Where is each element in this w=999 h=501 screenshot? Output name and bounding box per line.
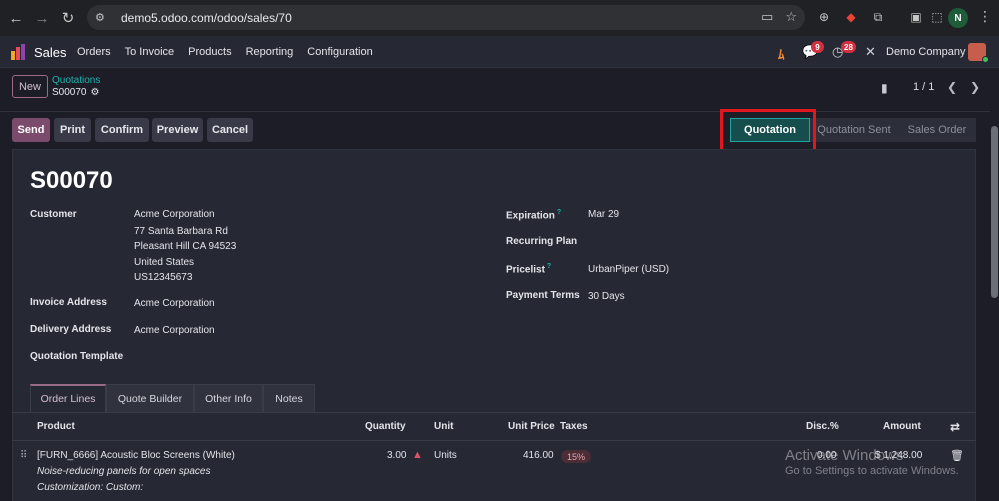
cancel-button[interactable]: Cancel	[207, 118, 253, 142]
install-icon[interactable]: ▭	[761, 9, 773, 25]
quotation-template-label: Quotation Template	[30, 351, 124, 362]
activities-badge: 28	[841, 41, 856, 53]
forecast-chart-icon[interactable]: ▲	[412, 449, 423, 461]
expiration-label-text: Expiration	[506, 210, 555, 222]
extension-color-icon[interactable]: ◆	[843, 9, 859, 25]
watermark-subtitle: Go to Settings to activate Windows.	[785, 465, 959, 477]
row-unit[interactable]: Units	[434, 450, 457, 461]
record-title: S00070	[30, 167, 113, 194]
menu-products[interactable]: Products	[188, 46, 231, 58]
col-amount[interactable]: Amount	[883, 421, 921, 432]
stage-sales-order[interactable]: Sales Order	[898, 118, 976, 142]
menu-orders[interactable]: Orders	[77, 46, 111, 58]
customer-city: Pleasant Hill CA 94523	[134, 241, 237, 252]
col-discount[interactable]: Disc.%	[806, 421, 839, 432]
pricelist-field[interactable]: UrbanPiper (USD)	[588, 264, 669, 275]
scrollbar-thumb[interactable]	[991, 126, 998, 298]
menu-to-invoice[interactable]: To Invoice	[125, 46, 175, 58]
stage-quotation-sent[interactable]: Quotation Sent	[810, 118, 898, 142]
payment-terms-field[interactable]: 30 Days	[588, 291, 625, 302]
customer-country: United States	[134, 257, 195, 268]
tab-other-info[interactable]: Other Info	[194, 384, 263, 412]
recurring-plan-label: Recurring Plan	[506, 236, 578, 247]
tools-icon[interactable]: ✕	[865, 44, 876, 60]
row-quantity[interactable]: 3.00	[387, 450, 406, 461]
cast-icon[interactable]: ▣	[908, 9, 924, 25]
col-quantity[interactable]: Quantity	[365, 421, 406, 432]
online-status-dot	[982, 56, 989, 63]
ai-icon[interactable]: ﾑ	[778, 44, 785, 63]
pager-copy-icon[interactable]: ▮	[881, 81, 888, 95]
watermark-title: Activate Windows	[785, 447, 904, 464]
forward-icon[interactable]: →	[31, 7, 53, 29]
send-button[interactable]: Send	[12, 118, 50, 142]
app-name[interactable]: Sales	[34, 45, 67, 60]
pricelist-label-text: Pricelist	[506, 264, 545, 276]
delivery-address-field[interactable]: Acme Corporation	[134, 325, 215, 336]
breadcrumb-quotations[interactable]: Quotations	[52, 75, 100, 86]
delivery-address-label: Delivery Address	[30, 324, 112, 335]
breadcrumb-current: S00070 ⚙	[52, 87, 99, 98]
invoice-address-label: Invoice Address	[30, 297, 107, 308]
url-text: demo5.odoo.com/odoo/sales/70	[121, 10, 292, 25]
tab-order-lines[interactable]: Order Lines	[30, 384, 106, 412]
star-icon[interactable]: ☆	[785, 9, 797, 25]
pager-value[interactable]: 1 / 1	[913, 81, 934, 93]
row-description[interactable]: Noise-reducing panels for open spaces	[37, 466, 210, 477]
customer-vat: US12345673	[134, 272, 193, 283]
new-button[interactable]: New	[12, 75, 48, 98]
optional-columns-icon[interactable]: ⇄	[950, 420, 960, 434]
confirm-button[interactable]: Confirm	[95, 118, 149, 142]
row-customization[interactable]: Customization: Custom:	[37, 482, 143, 493]
pricelist-label: Pricelist?	[506, 263, 551, 275]
row-product[interactable]: [FURN_6666] Acoustic Bloc Screens (White…	[37, 450, 235, 461]
tune-icon[interactable]: ⚙	[95, 11, 111, 24]
tab-quote-builder[interactable]: Quote Builder	[106, 384, 194, 412]
delete-icon[interactable]: 🗑	[950, 449, 964, 462]
payment-terms-label: Payment Terms	[506, 290, 580, 301]
customer-label: Customer	[30, 209, 77, 220]
customer-street: 77 Santa Barbara Rd	[134, 226, 228, 237]
pager-previous-icon[interactable]: ❮	[942, 77, 962, 97]
reload-icon[interactable]: ↻	[57, 7, 79, 29]
preview-button[interactable]: Preview	[152, 118, 203, 142]
invoice-address-field[interactable]: Acme Corporation	[134, 298, 215, 309]
menu-reporting[interactable]: Reporting	[246, 46, 294, 58]
back-icon[interactable]: ←	[5, 7, 27, 29]
tabs-divider	[12, 412, 976, 413]
help-icon[interactable]: ?	[557, 209, 561, 216]
gear-icon[interactable]: ⚙	[90, 87, 99, 98]
messages-badge: 9	[811, 41, 824, 53]
menu-icon[interactable]: ⋮	[978, 8, 992, 25]
add-icon[interactable]: ⊕	[816, 9, 832, 25]
col-unit-price[interactable]: Unit Price	[508, 421, 555, 432]
tax-badge[interactable]: 15%	[561, 450, 592, 463]
drag-handle-icon[interactable]: ⠿	[20, 450, 27, 461]
menu-configuration[interactable]: Configuration	[307, 46, 372, 58]
print-button[interactable]: Print	[54, 118, 91, 142]
extensions-icon[interactable]: ⧉	[870, 9, 886, 25]
expiration-field[interactable]: Mar 29	[588, 209, 619, 220]
col-taxes[interactable]: Taxes	[560, 421, 588, 432]
col-product[interactable]: Product	[37, 421, 75, 432]
odoo-navbar: Sales Orders To Invoice Products Reporti…	[0, 36, 999, 68]
control-panel-divider	[0, 111, 990, 112]
expiration-label: Expiration?	[506, 209, 561, 221]
sales-app-icon[interactable]	[11, 44, 27, 60]
help-icon[interactable]: ?	[547, 263, 551, 270]
main-menu: Orders To Invoice Products Reporting Con…	[77, 46, 373, 58]
customer-name[interactable]: Acme Corporation	[134, 209, 215, 220]
row-unit-price[interactable]: 416.00	[523, 450, 554, 461]
header-divider	[12, 440, 976, 441]
address-bar[interactable]: ⚙ demo5.odoo.com/odoo/sales/70 ▭ ☆	[87, 5, 805, 30]
tab-notes[interactable]: Notes	[263, 384, 315, 412]
browser-toolbar: ← → ↻ ⚙ demo5.odoo.com/odoo/sales/70 ▭ ☆…	[0, 0, 999, 36]
screenshot-icon[interactable]: ⬚	[929, 9, 945, 25]
company-switcher[interactable]: Demo Company	[886, 46, 965, 58]
profile-avatar[interactable]: N	[948, 8, 968, 28]
pager-next-icon[interactable]: ❯	[965, 77, 985, 97]
col-unit[interactable]: Unit	[434, 421, 453, 432]
breadcrumb-current-label: S00070	[52, 87, 87, 98]
